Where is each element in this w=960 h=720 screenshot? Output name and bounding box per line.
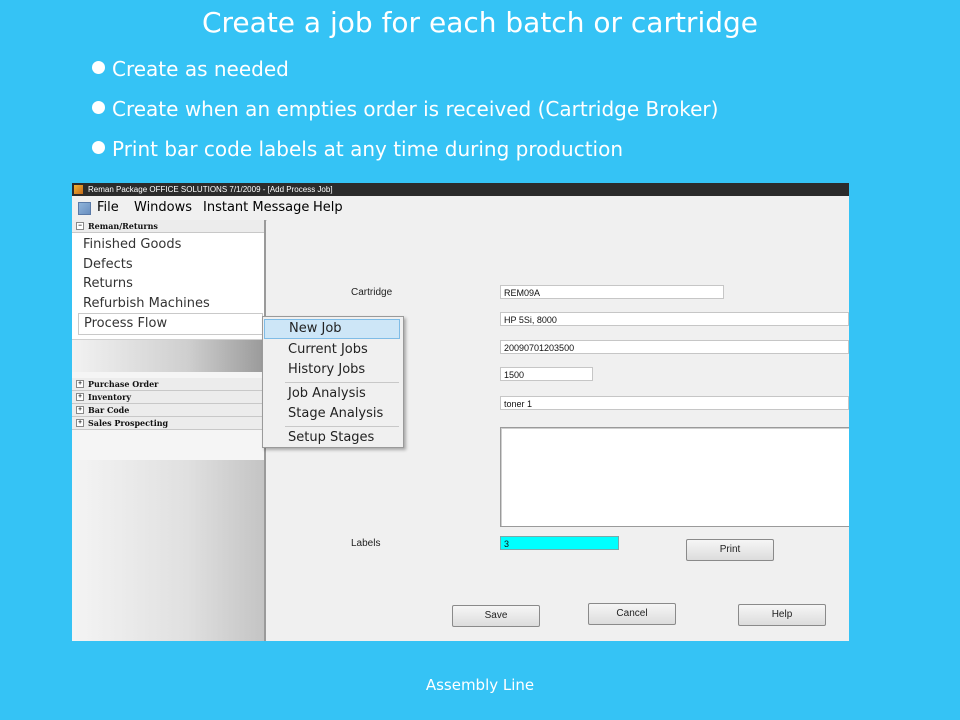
quantity-field[interactable]: 1500: [500, 367, 593, 381]
model-field[interactable]: HP 5Si, 8000: [500, 312, 849, 326]
menu-instant-message[interactable]: Instant Message: [203, 200, 309, 215]
bullet-item: Create when an empties order is received…: [92, 95, 718, 135]
app-icon: [74, 185, 83, 194]
menu-item-history-jobs[interactable]: History Jobs: [264, 360, 400, 380]
cancel-button[interactable]: Cancel: [588, 603, 676, 625]
bullet-dot-icon: [92, 61, 105, 74]
help-button[interactable]: Help: [738, 604, 826, 626]
cartridge-label: Cartridge: [351, 287, 393, 298]
menu-item-new-job[interactable]: New Job: [264, 319, 400, 339]
expand-icon[interactable]: +: [76, 393, 84, 401]
expand-icon[interactable]: +: [76, 419, 84, 427]
job-number-field[interactable]: 20090701203500: [500, 340, 849, 354]
sidebar-item-finished-goods[interactable]: Finished Goods: [72, 235, 264, 255]
sidebar-group-inventory[interactable]: + Inventory: [72, 391, 264, 404]
menu-item-setup-stages[interactable]: Setup Stages: [264, 428, 400, 448]
document-icon[interactable]: [78, 202, 91, 215]
menu-item-stage-analysis[interactable]: Stage Analysis: [264, 404, 400, 424]
notes-textarea[interactable]: [500, 427, 849, 527]
bullet-list: Create as needed Create when an empties …: [92, 55, 718, 175]
description-field[interactable]: toner 1: [500, 396, 849, 410]
slide-footer: Assembly Line: [425, 676, 535, 694]
app-window: Reman Package OFFICE SOLUTIONS 7/1/2009 …: [72, 183, 849, 641]
menu-help[interactable]: Help: [313, 200, 343, 215]
menu-separator: [285, 426, 399, 427]
sidebar-group-bar-code[interactable]: + Bar Code: [72, 404, 264, 417]
sidebar-item-list: Finished Goods Defects Returns Refurbish…: [72, 233, 264, 339]
sidebar-item-returns[interactable]: Returns: [72, 274, 264, 294]
process-flow-context-menu: New Job Current Jobs History Jobs Job An…: [262, 316, 404, 448]
slide-title: Create a job for each batch or cartridge: [201, 6, 758, 39]
expand-icon[interactable]: +: [76, 406, 84, 414]
bullet-dot-icon: [92, 101, 105, 114]
cartridge-field[interactable]: REM09A: [500, 285, 724, 299]
sidebar-divider: [72, 339, 264, 372]
sidebar-item-refurbish-machines[interactable]: Refurbish Machines: [72, 294, 264, 314]
bullet-item: Print bar code labels at any time during…: [92, 135, 718, 175]
expand-icon[interactable]: +: [76, 380, 84, 388]
sidebar-group-sales-prospecting[interactable]: + Sales Prospecting: [72, 417, 264, 430]
labels-label: Labels: [351, 538, 381, 549]
menu-item-job-analysis[interactable]: Job Analysis: [264, 384, 400, 404]
labels-count-field[interactable]: 3: [500, 536, 619, 550]
collapse-icon[interactable]: −: [76, 222, 84, 230]
save-button[interactable]: Save: [452, 605, 540, 627]
menu-item-current-jobs[interactable]: Current Jobs: [264, 340, 400, 360]
menu-file[interactable]: File: [97, 200, 119, 215]
sidebar-empty-area: [72, 460, 264, 641]
sidebar: − Reman/Returns Finished Goods Defects R…: [72, 220, 266, 641]
window-titlebar[interactable]: Reman Package OFFICE SOLUTIONS 7/1/2009 …: [72, 183, 849, 196]
sidebar-group-reman-returns[interactable]: − Reman/Returns: [72, 220, 264, 233]
print-button[interactable]: Print: [686, 539, 774, 561]
sidebar-group-purchase-order[interactable]: + Purchase Order: [72, 378, 264, 391]
menu-windows[interactable]: Windows: [134, 200, 192, 215]
menu-separator: [285, 382, 399, 383]
bullet-dot-icon: [92, 141, 105, 154]
window-title: Reman Package OFFICE SOLUTIONS 7/1/2009 …: [88, 185, 333, 194]
menu-bar: File Windows Instant Message Help: [72, 196, 849, 221]
sidebar-item-defects[interactable]: Defects: [72, 255, 264, 275]
bullet-item: Create as needed: [92, 55, 718, 95]
sidebar-item-process-flow[interactable]: Process Flow: [78, 313, 263, 335]
